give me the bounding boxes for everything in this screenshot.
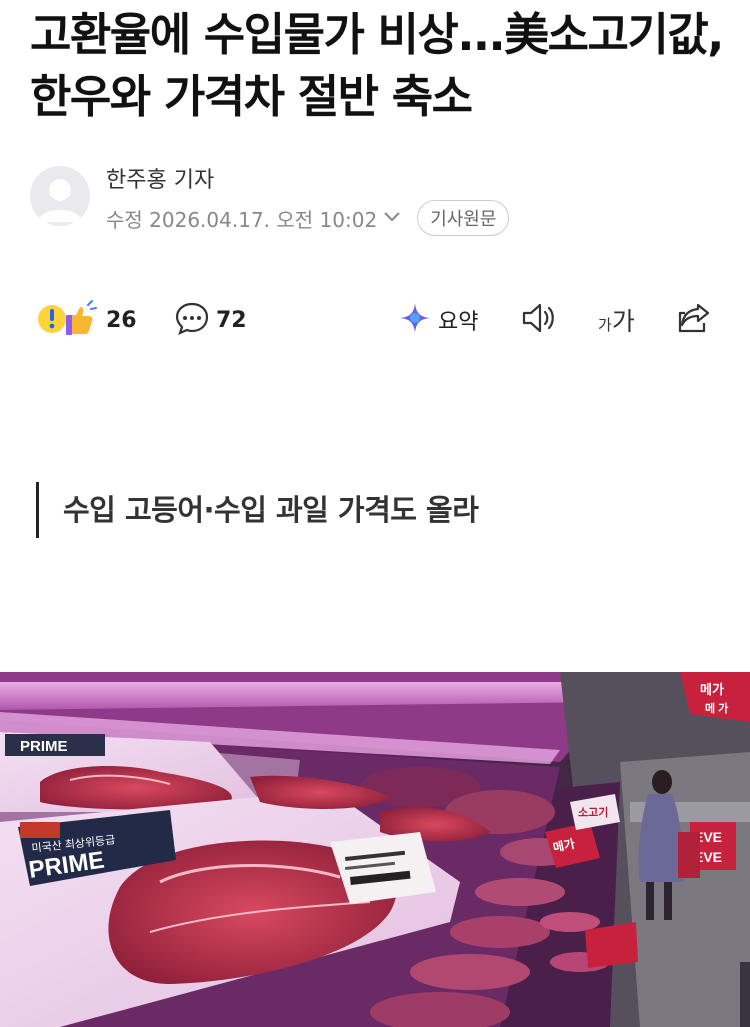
comment-button[interactable]: 72 (174, 298, 247, 342)
chevron-down-icon[interactable] (383, 208, 401, 227)
byline: 한주홍 기자 수정 2026.04.17. 오전 10:02 기사원문 (30, 160, 730, 236)
font-small-label: 가 (598, 316, 612, 334)
summary-sparkle-icon (398, 301, 432, 339)
original-article-button[interactable]: 기사원문 (417, 200, 510, 236)
reaction-icon (36, 299, 100, 341)
store-sign-label: 메가 (700, 682, 724, 697)
audio-button[interactable] (520, 298, 558, 342)
font-large-label: 가 (611, 307, 635, 336)
comment-count: 72 (216, 307, 247, 333)
reporter-avatar[interactable] (30, 166, 90, 226)
share-icon (676, 301, 714, 339)
beef-tag-label: 소고기 (578, 805, 608, 819)
article-subtitle: 수입 고등어·수입 과일 가격도 올라 (36, 482, 479, 538)
summary-button[interactable]: 요약 (398, 298, 478, 342)
font-size-button[interactable]: 가 가 (598, 298, 635, 342)
article-photo[interactable]: PRIME 미국산 최상위등급 PRIME 메가 소고기 EVE EVE 메가 … (0, 672, 750, 1027)
article-toolbar: 26 72 요약 가 가 (36, 298, 726, 342)
summary-label: 요약 (438, 310, 479, 335)
reaction-count: 26 (106, 307, 137, 333)
share-button[interactable] (676, 298, 714, 342)
prime-label-top: PRIME (20, 738, 68, 755)
font-size-icon: 가 가 (598, 302, 635, 338)
reporter-name[interactable]: 한주홍 기자 (106, 162, 214, 194)
store-sign-label-2: 메 가 (705, 701, 728, 715)
meta-row: 수정 2026.04.17. 오전 10:02 기사원문 (106, 200, 510, 236)
reaction-button[interactable]: 26 (36, 298, 137, 342)
modified-date: 수정 2026.04.17. 오전 10:02 (106, 207, 378, 232)
comment-icon (174, 300, 210, 340)
speaker-icon (520, 301, 558, 339)
article-headline: 고환율에 수입물가 비상...美소고기값, 한우와 가격차 절반 축소 (30, 8, 724, 123)
